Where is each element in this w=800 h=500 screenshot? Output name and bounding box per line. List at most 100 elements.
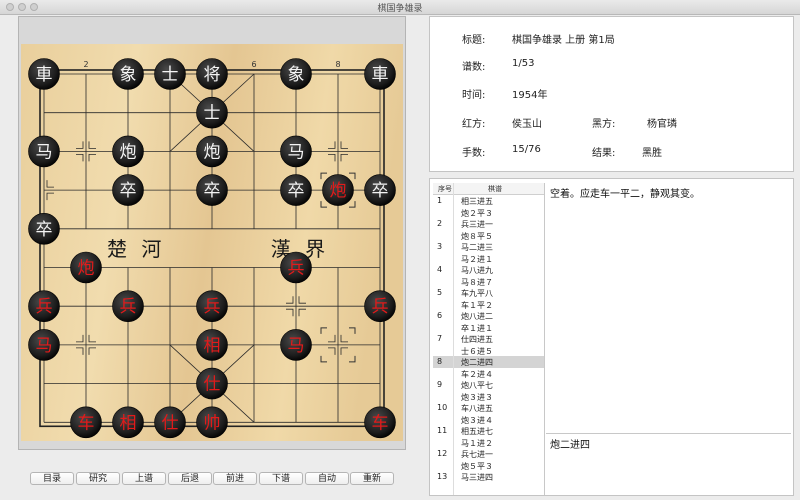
move-number: 11 [437, 426, 448, 435]
control-button-3[interactable]: 上谱 [122, 472, 166, 485]
move-row[interactable]: 1 相三进五 [433, 195, 544, 207]
move-notation: 炮２平３ [461, 208, 493, 218]
piece-label: 马 [36, 336, 53, 356]
piece-black[interactable]: 車 [28, 58, 60, 90]
piece-black[interactable]: 卒 [364, 174, 396, 206]
move-row[interactable]: 12 兵七进一 [433, 448, 544, 460]
piece-red[interactable]: 帅 [196, 406, 228, 439]
piece-black[interactable]: 马 [28, 135, 60, 168]
move-row[interactable]: 11 相五进七 [433, 425, 544, 437]
piece-label: 象 [120, 65, 137, 85]
piece-label: 卒 [372, 181, 389, 201]
move-notation: 马八进九 [461, 266, 493, 275]
move-row[interactable]: 车１平２ [433, 299, 544, 311]
piece-red[interactable]: 仕 [196, 367, 228, 400]
game-info-panel: 标题: 棋国争雄录 上册 第1局 谱数: 1/53 时间: 1954年 红方: … [429, 16, 794, 172]
moves-panel: 序号 棋谱 1 相三进五 炮２平３ 2 兵三进一 炮８平５ 3 马二进三 马２进１ 4 马八进九 马８… [429, 178, 794, 496]
move-notation: 士６进５ [461, 346, 493, 356]
piece-black[interactable]: 卒 [28, 213, 60, 245]
move-row[interactable]: 9 炮八平七 [433, 379, 544, 391]
move-row[interactable]: 13 马三进四 [433, 471, 544, 483]
time-label: 时间: [462, 90, 486, 101]
move-row[interactable]: 马１进２ [433, 437, 544, 449]
piece-black[interactable]: 马 [280, 135, 312, 168]
move-notation: 炮八平七 [461, 381, 493, 390]
piece-black[interactable]: 象 [280, 58, 312, 90]
move-row[interactable]: 炮２平３ [433, 207, 544, 219]
move-row[interactable]: 6 炮八进二 [433, 310, 544, 322]
move-number: 3 [437, 242, 443, 251]
piece-red[interactable]: 相 [196, 329, 228, 361]
xiangqi-board[interactable]: 楚 河漢 界1九2八3七4六5五6四7三8二9一車象士将象車士马炮炮马卒卒卒卒卒… [19, 17, 405, 449]
piece-black[interactable]: 車 [364, 58, 396, 90]
move-notation: 马二进三 [461, 243, 493, 252]
comment-text: 空着。应走车一平二，静观其变。 [550, 189, 700, 200]
piece-red[interactable]: 兵 [196, 290, 228, 323]
move-row[interactable]: 马８进７ [433, 276, 544, 288]
move-row[interactable]: 2 兵三进一 [433, 218, 544, 230]
control-button-6[interactable]: 下谱 [259, 472, 303, 485]
move-row[interactable]: 士６进５ [433, 345, 544, 357]
move-row[interactable]: 炮３进４ [433, 414, 544, 426]
piece-red[interactable]: 兵 [364, 290, 396, 323]
move-notation: 马２进１ [461, 254, 493, 264]
piece-red[interactable]: 兵 [112, 290, 144, 323]
title-bar: 棋国争雄录 [0, 0, 800, 15]
piece-label: 車 [36, 65, 53, 85]
control-button-2[interactable]: 研究 [76, 472, 120, 485]
piece-red[interactable]: 炮 [322, 174, 354, 206]
piece-black[interactable]: 卒 [112, 174, 144, 206]
control-button-8[interactable]: 重新 [350, 472, 394, 485]
move-notation: 马三进四 [461, 473, 493, 482]
move-notation: 炮３进３ [461, 392, 493, 402]
red-player-label: 红方: [462, 119, 486, 130]
move-notation: 车２进４ [461, 369, 493, 379]
piece-black[interactable]: 士 [196, 96, 228, 129]
move-row[interactable]: 7 仕四进五 [433, 333, 544, 345]
piece-black[interactable]: 炮 [196, 135, 228, 168]
piece-red[interactable]: 仕 [154, 406, 186, 439]
move-row[interactable]: 10 车八进五 [433, 402, 544, 414]
move-row[interactable]: 8 炮二进四 [433, 356, 544, 368]
move-number: 10 [437, 403, 448, 412]
control-button-1[interactable]: 目录 [30, 472, 74, 485]
move-row[interactable]: 炮３进３ [433, 391, 544, 403]
piece-red[interactable]: 马 [28, 329, 60, 361]
move-notation: 炮二进四 [461, 358, 493, 367]
piece-red[interactable]: 车 [364, 406, 396, 439]
move-list[interactable]: 序号 棋谱 1 相三进五 炮２平３ 2 兵三进一 炮８平５ 3 马二进三 马２进１ 4 马八进九 马８… [433, 183, 545, 495]
time-value: 1954年 [512, 90, 548, 101]
piece-black[interactable]: 象 [112, 58, 144, 90]
piece-label: 士 [162, 65, 179, 85]
move-row[interactable]: 车２进４ [433, 368, 544, 380]
move-row[interactable]: 5 车九平八 [433, 287, 544, 299]
piece-black[interactable]: 卒 [280, 174, 312, 206]
move-row[interactable]: 3 马二进三 [433, 241, 544, 253]
move-notation: 相三进五 [461, 197, 493, 206]
control-button-7[interactable]: 自动 [305, 472, 349, 485]
move-row[interactable]: 4 马八进九 [433, 264, 544, 276]
piece-red[interactable]: 兵 [280, 251, 312, 284]
piece-red[interactable]: 炮 [70, 251, 102, 284]
piece-label: 马 [288, 142, 305, 162]
piece-black[interactable]: 卒 [196, 174, 228, 206]
record-label: 谱数: [462, 62, 486, 73]
piece-red[interactable]: 车 [70, 406, 102, 439]
move-row[interactable]: 炮８平５ [433, 230, 544, 242]
piece-label: 马 [36, 142, 53, 162]
move-row[interactable]: 炮５平３ [433, 460, 544, 472]
move-notation: 车九平八 [461, 289, 493, 298]
control-button-5[interactable]: 前进 [213, 472, 257, 485]
piece-red[interactable]: 马 [280, 329, 312, 361]
piece-black[interactable]: 士 [154, 58, 186, 90]
piece-black[interactable]: 炮 [112, 135, 144, 168]
move-row[interactable]: 卒１进１ [433, 322, 544, 334]
piece-label: 将 [204, 65, 221, 85]
piece-black[interactable]: 将 [196, 58, 228, 90]
piece-red[interactable]: 相 [112, 406, 144, 439]
piece-label: 卒 [204, 181, 221, 201]
control-button-4[interactable]: 后退 [168, 472, 212, 485]
piece-red[interactable]: 兵 [28, 290, 60, 323]
move-row[interactable]: 马２进１ [433, 253, 544, 265]
piece-label: 炮 [330, 181, 347, 201]
